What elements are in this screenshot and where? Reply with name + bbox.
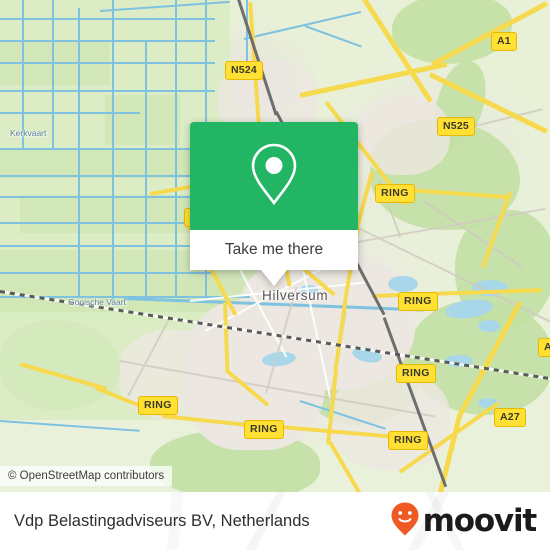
map-place-label-hilversum: Hilversum — [262, 288, 329, 303]
map-canal — [0, 18, 215, 20]
map-urban-area — [355, 95, 450, 175]
map-water-body — [388, 276, 418, 292]
map-water-body — [478, 320, 500, 332]
place-title: Vdp Belastingadviseurs BV, Netherlands — [14, 511, 310, 530]
road-shield-ring[interactable]: RING — [396, 364, 436, 383]
road-shield-ring[interactable]: RING — [388, 431, 428, 450]
map-green-area — [0, 150, 215, 178]
map-pin-icon — [248, 141, 300, 212]
map-canal — [52, 0, 54, 150]
map-canal — [112, 0, 114, 300]
map-canal — [0, 245, 215, 247]
map-canal — [0, 175, 215, 177]
take-me-there-popup[interactable]: Take me there — [190, 122, 358, 286]
road-shield-a27[interactable]: A27 — [494, 408, 526, 427]
road-shield-ring[interactable]: RING — [244, 420, 284, 439]
map-canal — [0, 222, 215, 224]
map-canal — [0, 62, 215, 64]
map-canal — [0, 196, 215, 198]
popup-action-label: Take me there — [224, 241, 324, 258]
moovit-logo[interactable]: moovit — [390, 501, 538, 542]
moovit-wordmark: moovit — [422, 502, 538, 539]
road-shield-ring[interactable]: RING — [138, 396, 178, 415]
map-canal — [0, 40, 215, 42]
map-canal — [0, 112, 140, 114]
map-canal — [0, 90, 215, 92]
popup-action-label-wrap[interactable]: Take me there — [190, 230, 358, 270]
map-canal — [0, 272, 215, 274]
map-canal — [175, 0, 177, 298]
road-shield-ring[interactable]: RING — [398, 292, 438, 311]
osm-attribution[interactable]: © OpenStreetMap contributors — [0, 466, 173, 486]
map-share-card: Kerkvaart Gooische Vaart Hilversum N524 … — [0, 0, 550, 550]
map-canvas[interactable]: Kerkvaart Gooische Vaart Hilversum N524 … — [0, 0, 550, 492]
moovit-smiley-pin-icon — [390, 501, 420, 542]
road-shield-a-clipped[interactable]: A — [538, 338, 550, 357]
footer-bar: Vdp Belastingadviseurs BV, Netherlands m… — [0, 492, 550, 550]
map-canal — [145, 40, 147, 298]
road-shield-n525[interactable]: N525 — [437, 117, 475, 136]
popup-tail — [261, 270, 287, 286]
road-shield-n524[interactable]: N524 — [225, 61, 263, 80]
map-canal — [78, 8, 80, 298]
popup-header — [190, 122, 358, 230]
map-water-label: Gooische Vaart — [68, 297, 126, 307]
road-shield-ring[interactable]: RING — [375, 184, 415, 203]
road-shield-a1[interactable]: A1 — [491, 32, 517, 51]
map-water-label: Kerkvaart — [10, 128, 47, 138]
map-green-area — [105, 95, 180, 145]
